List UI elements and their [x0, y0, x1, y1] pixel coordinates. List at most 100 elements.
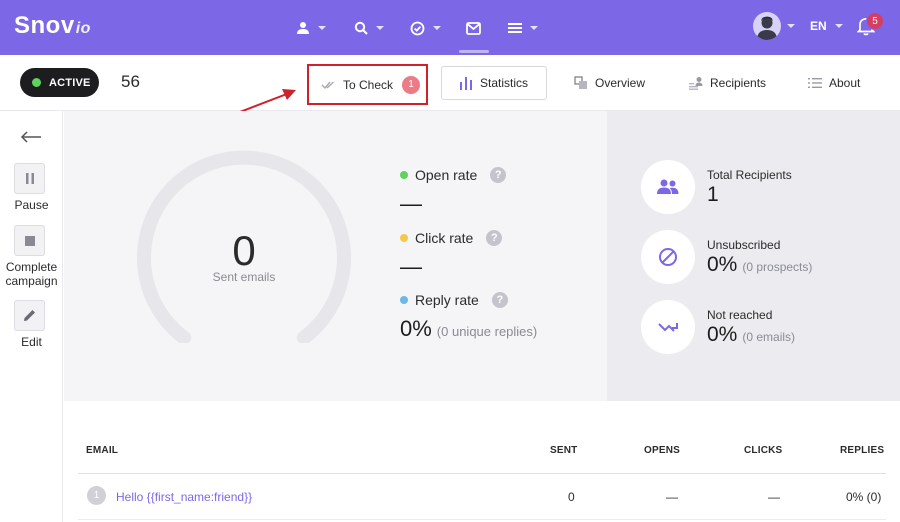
- table-header: EMAIL SENT OPENS CLICKS REPLIES: [78, 430, 886, 474]
- reply-rate-value: 0%: [400, 316, 432, 341]
- help-icon[interactable]: ?: [490, 167, 507, 183]
- nav-campaigns[interactable]: [466, 18, 481, 38]
- bounce-arrow-icon: [658, 323, 678, 332]
- unsubscribed-icon-circle: [641, 230, 695, 284]
- people-icon: [657, 179, 679, 194]
- user-icon: [297, 22, 309, 34]
- row-replies-value: 0% (0): [846, 490, 882, 504]
- total-recipients-icon-circle: [641, 160, 695, 214]
- chevron-down-icon: [834, 24, 843, 28]
- menu-icon: [508, 23, 522, 33]
- back-arrow-icon[interactable]: [20, 131, 42, 143]
- unsubscribed-prospects: (0 prospects): [742, 259, 813, 274]
- column-sent: SENT: [550, 445, 578, 456]
- search-icon: [354, 21, 368, 35]
- notifications-badge: 5: [866, 12, 884, 30]
- tab-about[interactable]: About: [808, 66, 860, 100]
- unsubscribed-stat: Unsubscribed 0% (0 prospects): [641, 230, 812, 284]
- campaign-title: 56: [121, 72, 140, 91]
- user-avatar[interactable]: [753, 12, 781, 40]
- avatar-icon: [757, 16, 777, 40]
- edit-label: Edit: [21, 335, 42, 349]
- not-reached-icon-circle: [641, 300, 695, 354]
- tab-to-check-label: To Check: [343, 77, 394, 92]
- chevron-down-icon: [376, 26, 384, 30]
- bar-chart-icon: [460, 77, 472, 90]
- total-recipients-stat: Total Recipients 1: [641, 160, 792, 214]
- help-icon[interactable]: ?: [491, 292, 508, 308]
- help-icon[interactable]: ?: [486, 230, 503, 246]
- tab-recipients[interactable]: Recipients: [688, 66, 766, 100]
- pause-label: Pause: [14, 198, 49, 212]
- sent-emails-count: 0: [232, 227, 256, 274]
- email-stats-panel: 0 Sent emails Open rate ? — Click rate ?…: [64, 111, 607, 401]
- recipients-icon: [689, 77, 703, 90]
- total-recipients-label: Total Recipients: [707, 167, 792, 182]
- language-label: EN: [810, 19, 827, 33]
- row-opens-value: —: [666, 490, 678, 504]
- complete-label-line2: campaign: [5, 274, 58, 288]
- campaign-status-toggle[interactable]: ACTIVE: [20, 68, 99, 97]
- reply-rate-label: Reply rate: [415, 292, 479, 308]
- column-clicks: CLICKS: [744, 445, 783, 456]
- top-navbar: Snovio EN 5: [0, 0, 900, 55]
- email-subject-link[interactable]: Hello {{first_name:friend}}: [116, 490, 252, 504]
- tab-overview-label: Overview: [595, 76, 646, 90]
- double-check-icon: [321, 80, 334, 89]
- campaign-sidebar: Pause Complete campaign Edit: [0, 111, 63, 522]
- active-nav-indicator: [459, 50, 489, 53]
- nav-search[interactable]: [354, 18, 384, 38]
- nav-menu[interactable]: [508, 18, 538, 38]
- column-replies: REPLIES: [840, 445, 885, 456]
- reply-rate-dot: [400, 296, 408, 304]
- reply-rate-metric: Reply rate ? 0% (0 unique replies): [400, 292, 537, 342]
- to-check-count-badge: 1: [402, 75, 421, 94]
- tab-overview[interactable]: Overview: [574, 66, 645, 100]
- overview-icon: [574, 76, 587, 89]
- complete-campaign-button[interactable]: [14, 225, 45, 256]
- not-reached-value: 0%: [707, 322, 738, 346]
- nav-verifier[interactable]: [410, 18, 441, 38]
- unsubscribed-label: Unsubscribed: [707, 237, 781, 252]
- snovio-logo[interactable]: Snovio: [14, 12, 91, 40]
- unique-replies-count: (0 unique replies): [436, 324, 538, 339]
- mail-icon: [466, 21, 481, 35]
- tab-recipients-label: Recipients: [710, 76, 767, 90]
- open-rate-metric: Open rate ? —: [400, 167, 507, 217]
- not-reached-stat: Not reached 0% (0 emails): [641, 300, 795, 354]
- not-reached-label: Not reached: [707, 307, 773, 322]
- complete-label-line1: Complete: [5, 260, 58, 274]
- unsubscribed-value: 0%: [707, 252, 738, 276]
- pause-button[interactable]: [14, 163, 45, 194]
- column-email: EMAIL: [86, 445, 119, 456]
- open-rate-value: —: [400, 191, 422, 216]
- tab-to-check[interactable]: To Check 1: [307, 64, 428, 105]
- chevron-down-icon[interactable]: [787, 24, 795, 28]
- check-circle-icon: [410, 21, 425, 35]
- table-row: 1 Hello {{first_name:friend}} 0 — — 0% (…: [78, 474, 886, 520]
- logo-suffix: io: [75, 20, 91, 37]
- chevron-down-icon: [433, 26, 441, 30]
- not-reached-emails: (0 emails): [742, 329, 796, 344]
- click-rate-dot: [400, 234, 408, 242]
- list-icon: [808, 78, 822, 88]
- tab-statistics-label: Statistics: [480, 76, 529, 90]
- open-rate-dot: [400, 171, 408, 179]
- chevron-down-icon: [318, 26, 326, 30]
- edit-button[interactable]: [14, 300, 45, 331]
- block-icon: [659, 248, 677, 266]
- language-selector[interactable]: EN: [810, 19, 843, 33]
- logo-text: Snov: [14, 12, 75, 39]
- nav-prospects[interactable]: [296, 18, 326, 38]
- pencil-icon: [24, 310, 35, 321]
- tab-statistics[interactable]: Statistics: [441, 66, 547, 100]
- stop-icon: [24, 235, 35, 246]
- emails-table: EMAIL SENT OPENS CLICKS REPLIES 1 Hello …: [78, 430, 886, 520]
- click-rate-label: Click rate: [415, 230, 474, 246]
- column-opens: OPENS: [644, 445, 681, 456]
- row-number: 1: [87, 486, 106, 505]
- campaign-header: ACTIVE 56 To Check 1 Statistics Overview…: [0, 55, 900, 111]
- sent-emails-label: Sent emails: [212, 270, 276, 284]
- pause-icon: [25, 173, 34, 184]
- chevron-down-icon: [530, 26, 538, 30]
